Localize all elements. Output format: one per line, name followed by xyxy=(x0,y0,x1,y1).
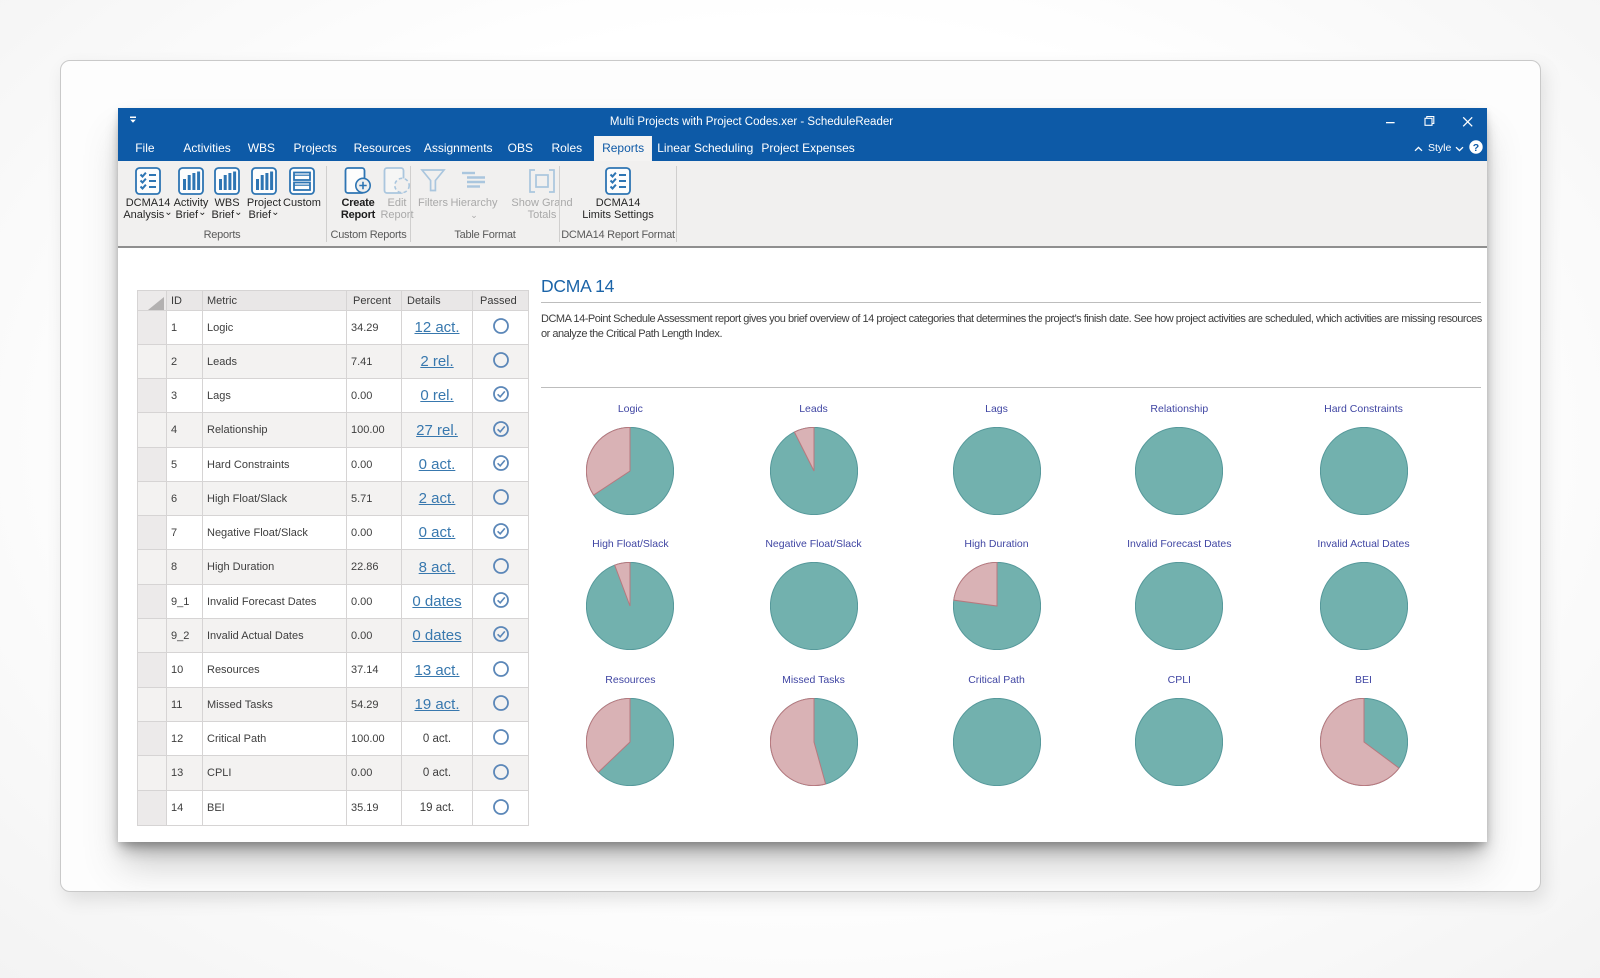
svg-text:?: ? xyxy=(1473,142,1479,154)
